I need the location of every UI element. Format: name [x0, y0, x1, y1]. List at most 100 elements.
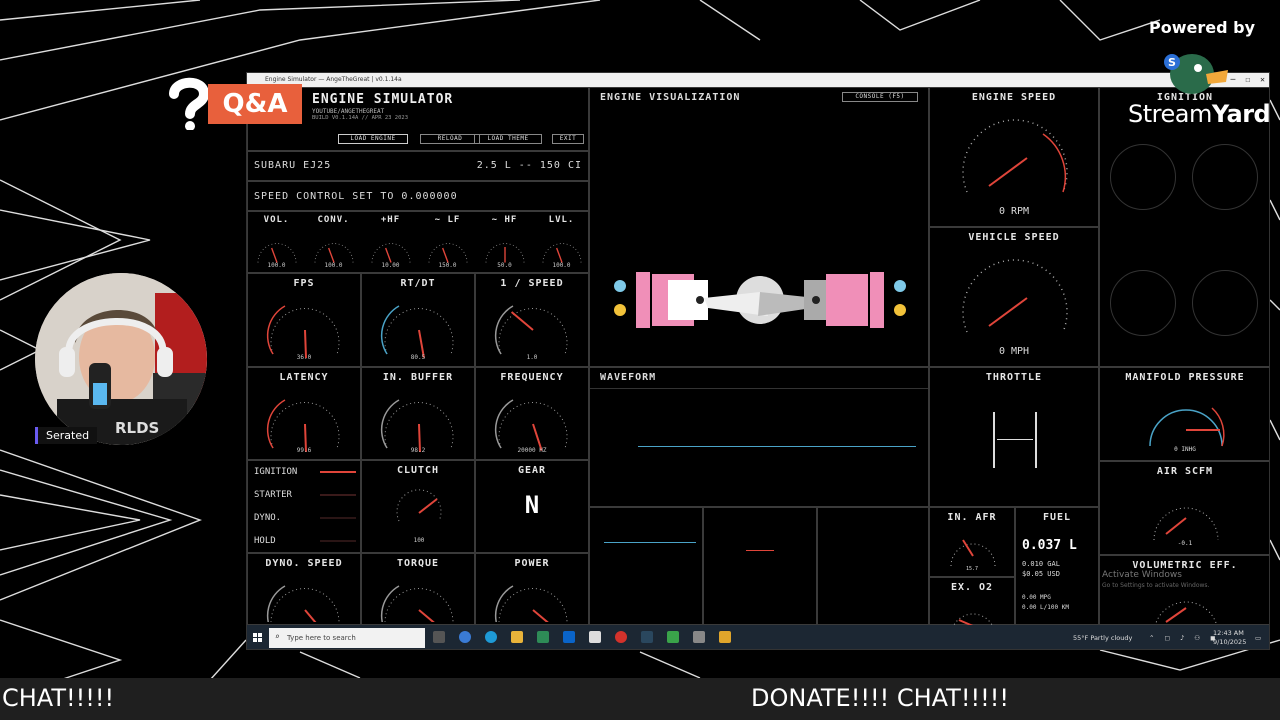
scope-2 — [703, 507, 817, 625]
diagnostic-gauge-label: FREQUENCY — [500, 372, 564, 383]
participant-name-tag: Serated — [35, 427, 98, 444]
audio-gauge-label: VOL. — [263, 215, 290, 225]
speedometer-gauge — [962, 259, 1068, 333]
audio-gauge-value: 50.0 — [497, 262, 512, 269]
fuel-l100km: 0.00 L/100 KM — [1022, 604, 1069, 611]
qa-badge: Q&A — [164, 76, 302, 130]
diagnostic-gauge-dial — [494, 585, 568, 622]
weather-text[interactable]: 55°F Partly cloudy — [1073, 634, 1132, 642]
engine-speed-value: 0 RPM — [998, 206, 1030, 217]
scope-1 — [589, 507, 703, 625]
exit-button[interactable]: EXIT — [552, 134, 584, 144]
vehicle-speed-label: VEHICLE SPEED — [968, 232, 1060, 243]
right-cylinder — [826, 274, 868, 326]
gear-label: GEAR — [517, 465, 547, 476]
audio-gauge-value: 100.0 — [324, 262, 343, 269]
starter-indicator-bar — [320, 494, 356, 496]
clock-time[interactable]: 12:43 AM — [1213, 629, 1244, 637]
audio-gauge-needle — [384, 247, 392, 263]
task-view-icon[interactable] — [433, 631, 445, 643]
app-build: BUILD V0.1.14A // APR 23 2023 — [312, 115, 409, 121]
engine-simulator-window: Engine Simulator — AngeTheGreat | v0.1.1… — [246, 72, 1270, 650]
diagnostic-gauge-needle — [418, 609, 435, 622]
svg-text:RLDS: RLDS — [115, 419, 159, 437]
taskbar-search-input[interactable]: Type here to search — [269, 628, 425, 648]
speedometer-needle — [988, 297, 1028, 327]
hold-indicator-bar — [320, 540, 356, 542]
powered-by-text: Powered by — [1149, 18, 1255, 37]
copilot-icon[interactable] — [459, 631, 471, 643]
audio-gauge-dial — [428, 243, 468, 263]
load-engine-button[interactable]: LOAD ENGINE — [338, 134, 408, 144]
diagnostic-gauge-value: 1.0 — [526, 354, 538, 361]
diagnostic-gauge-label: TORQUE — [396, 558, 440, 569]
diagnostic-gauge-panel: POWER — [475, 553, 589, 625]
boxer-engine-diagram — [614, 272, 906, 328]
engine-info-panel: SUBARU EJ25 2.5 L -- 150 CI — [247, 151, 589, 181]
notification-icon[interactable]: ▭ — [1255, 634, 1261, 642]
dyno-indicator-bar — [320, 517, 356, 519]
gear-value: N — [524, 491, 540, 519]
ignition-indicator-bar — [320, 471, 356, 473]
left-cylinder-head — [636, 272, 650, 328]
green-app-icon[interactable] — [667, 631, 679, 643]
app-icon[interactable] — [589, 631, 601, 643]
webcam-feed: RLDS — [35, 273, 207, 445]
speed-control-panel: SPEED CONTROL SET TO 0.000000 — [247, 181, 589, 211]
diagnostic-gauge-label: DYNO. SPEED — [265, 558, 343, 569]
diagnostic-gauge-value: 20000 HZ — [517, 447, 547, 454]
tachometer-gauge — [962, 119, 1068, 193]
maximize-icon[interactable]: ☐ — [1245, 73, 1250, 87]
ex-o2-panel: EX. O2 — [929, 577, 1015, 626]
tool-icon[interactable] — [693, 631, 705, 643]
waveform-trace — [638, 446, 916, 447]
engine-name: SUBARU EJ25 — [254, 160, 332, 171]
window-controls: ─ ☐ ✕ — [1231, 73, 1265, 87]
opera-icon[interactable] — [615, 631, 627, 643]
fuel-label: FUEL — [1042, 512, 1072, 523]
audio-gauge-dial — [371, 243, 411, 263]
clutch-panel: CLUTCH 100 — [361, 460, 475, 553]
ignition-panel: IGNITION — [1099, 87, 1269, 367]
windows-start-icon[interactable] — [253, 633, 263, 643]
ignition-cylinder-2 — [1192, 144, 1258, 210]
manifold-pressure-label: MANIFOLD PRESSURE — [1125, 372, 1245, 383]
diagnostic-gauge-value: 80.5 — [410, 354, 426, 361]
clutch-value: 100 — [413, 537, 425, 544]
steam-icon[interactable] — [641, 631, 653, 643]
edge-icon[interactable] — [485, 631, 497, 643]
webcam-person: RLDS — [35, 273, 207, 445]
diagnostic-gauge-panel: FPS 36.0 — [247, 273, 361, 367]
indicator-panel: IGNITION STARTER DYNO. HOLD — [247, 460, 361, 553]
close-icon[interactable]: ✕ — [1260, 73, 1265, 87]
throttle-plate — [997, 439, 1033, 440]
audio-gauge: VOL. 100.0 — [248, 212, 305, 274]
reload-button[interactable]: RELOAD — [420, 134, 480, 144]
in-afr-label: IN. AFR — [947, 512, 997, 523]
outlook-icon[interactable] — [563, 631, 575, 643]
fuel-gallons: 0.010 GAL — [1022, 560, 1060, 568]
diagnostic-gauge-label: RT/DT — [400, 278, 436, 289]
engine-sim-taskbar-icon[interactable] — [719, 631, 731, 643]
tachometer-needle — [988, 157, 1028, 187]
manifold-pressure-panel: MANIFOLD PRESSURE 0 INHG — [1099, 367, 1269, 461]
qa-label: Q&A — [208, 84, 302, 124]
ignition-cylinder-4 — [1192, 270, 1258, 336]
tray-icons[interactable]: ⌃ ◻ ♪ ⚇ ◼ — [1149, 634, 1219, 642]
clock-date[interactable]: 9/10/2025 — [1213, 638, 1246, 646]
store-icon[interactable] — [537, 631, 549, 643]
audio-gauge-needle — [270, 247, 278, 263]
audio-gauge-label: +HF — [380, 215, 401, 225]
diagnostic-gauge-panel: FREQUENCY 20000 HZ — [475, 367, 589, 460]
indicator-ignition: IGNITION — [254, 467, 298, 477]
windows-taskbar: Type here to search ⌕ 55°F Partly cloudy… — [247, 625, 1269, 649]
console-button[interactable]: CONSOLE (F5) — [842, 92, 918, 102]
minimize-icon[interactable]: ─ — [1231, 73, 1236, 87]
diagnostic-gauge-label: 1 / SPEED — [500, 278, 564, 289]
file-explorer-icon[interactable] — [511, 631, 523, 643]
audio-gauge: +HF 10.00 — [362, 212, 419, 274]
manifold-pressure-gauge — [1149, 407, 1225, 447]
audio-gauge-needle — [441, 247, 449, 263]
throttle-label: THROTTLE — [985, 372, 1043, 383]
load-theme-button[interactable]: LOAD THEME — [474, 134, 542, 144]
